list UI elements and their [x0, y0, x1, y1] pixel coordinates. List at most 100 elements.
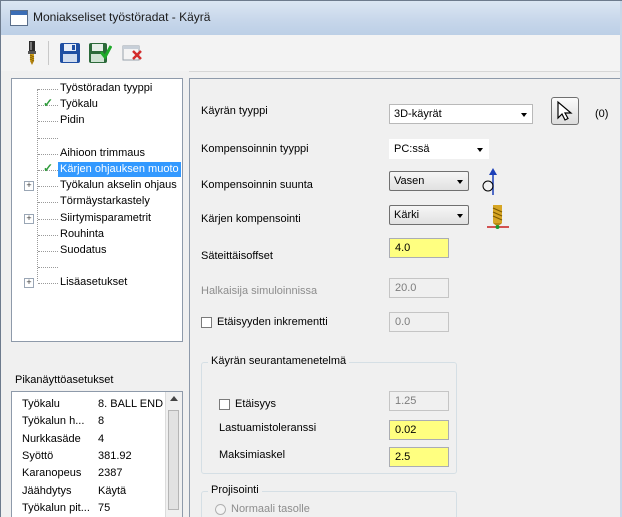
checkmark-icon: ✓: [43, 96, 54, 111]
tree-connector: [38, 89, 58, 90]
quick-settings-value: 4: [98, 432, 105, 445]
max-step-value: 2.5: [395, 451, 411, 463]
tree-item-label: Kärjen ohjauksen muoto: [58, 162, 181, 177]
tree-item-label: Pidin: [60, 114, 85, 127]
tree-connector: [38, 234, 58, 236]
radial-offset-field[interactable]: 4.0: [389, 238, 449, 258]
tree-item-label: Siirtymisparametrit: [60, 211, 152, 224]
quick-settings-key: Työkalu: [22, 398, 60, 410]
tree-item-label: Törmäystarkastely: [60, 195, 150, 208]
toolbar-separator: [48, 41, 49, 65]
tree-item[interactable]: ✓ Työkalu: [12, 96, 182, 113]
expand-icon[interactable]: +: [24, 278, 34, 289]
sim-diameter-field: 20.0: [389, 278, 449, 298]
tree-item-label: Työstöradan tyyppi: [60, 82, 153, 94]
chord-tolerance-label: Lastuamistoleranssi: [219, 422, 317, 434]
cancel-icon[interactable]: [119, 40, 145, 66]
title-bar: Moniakseliset työstöradat - Käyrä: [1, 1, 622, 36]
tree-connector: [38, 218, 58, 220]
distance-checkbox[interactable]: [219, 399, 230, 410]
chord-tolerance-field[interactable]: 0.02: [389, 420, 449, 440]
save-icon[interactable]: [57, 40, 83, 66]
quick-settings-key: Syöttö: [22, 449, 54, 462]
expand-icon[interactable]: +: [24, 181, 34, 192]
curve-type-label: Käyrän tyyppi: [201, 105, 268, 117]
tree-item[interactable]: Aihioon trimmaus: [12, 146, 182, 162]
chevron-down-icon: [457, 214, 463, 218]
max-step-field[interactable]: 2.5: [389, 447, 449, 467]
checkmark-icon: ✓: [43, 161, 54, 175]
tree-connector: [38, 251, 58, 252]
tree-connector: [38, 267, 58, 269]
cursor-arrow-icon: [557, 100, 573, 121]
quick-settings-key: Työkalun pit...: [22, 501, 90, 514]
quick-settings-table: Työkalu 8. BALL END Työkalun h... 8 Nurkkasä…: [11, 391, 183, 517]
quick-settings-key: Nurkkasäde: [22, 432, 81, 445]
expand-icon[interactable]: +: [24, 213, 34, 224]
quick-settings-key: Jäähdytys: [22, 484, 72, 497]
tree-item-label: Aihioon trimmaus: [60, 146, 145, 159]
toolbar: [1, 35, 622, 72]
tree-item-label: Suodatus: [60, 244, 107, 256]
chevron-down-icon: [457, 180, 463, 184]
tree-item[interactable]: Suodatus: [12, 243, 182, 259]
tree-connector: [38, 202, 58, 204]
tree-item[interactable]: + Työkalun akselin ohjaus: [12, 178, 182, 194]
chevron-down-icon: [521, 113, 527, 117]
sim-diameter-label: Halkaisija simuloinnissa: [201, 285, 318, 297]
tree-connector: [38, 137, 58, 139]
window-title: Moniakseliset työstöradat - Käyrä: [33, 10, 211, 24]
radial-offset-value: 4.0: [395, 242, 411, 254]
tree-item[interactable]: ✓ Kärjen ohjauksen muoto: [12, 161, 182, 178]
quick-settings-value: 381.92: [98, 449, 132, 462]
distance-label: Etäisyys: [235, 398, 276, 410]
distance-increment-label: Etäisyyden inkrementti: [217, 316, 328, 328]
distance-increment-field: 0.0: [389, 312, 449, 332]
scroll-up-icon[interactable]: [170, 396, 178, 401]
quick-settings-row: Työkalun h... 8: [12, 413, 168, 429]
left-panel: Työstöradan tyyppi ✓ Työkalu Pidin Aihioon t…: [1, 71, 189, 517]
tree-item[interactable]: [12, 259, 182, 275]
quick-settings-row: Työkalu 8. BALL END: [12, 396, 168, 412]
tree-item[interactable]: Rouhinta: [12, 227, 182, 243]
tree-item-label: Työkalun akselin ohjaus: [60, 179, 177, 192]
tree-item[interactable]: + Siirtymisparametrit: [12, 211, 182, 227]
distance-value: 1.25: [395, 395, 417, 407]
compensation-direction-label: Kompensoinnin suunta: [201, 179, 313, 191]
compensation-direction-value: Vasen: [394, 175, 425, 187]
tree-connector: [38, 121, 58, 123]
compensation-direction-select[interactable]: Vasen: [389, 171, 469, 191]
distance-increment-checkbox[interactable]: [201, 317, 212, 328]
tracking-method-title: Käyrän seurantamenetelmä: [208, 355, 350, 367]
tree-connector: [38, 153, 58, 155]
quick-settings-value: 2387: [98, 467, 123, 480]
curve-type-select[interactable]: 3D-käyrät: [389, 104, 533, 124]
scrollbar-thumb[interactable]: [168, 410, 179, 510]
quick-settings-value: 75: [98, 501, 111, 514]
tree-item-label: Lisäasetukset: [60, 276, 128, 289]
save-and-close-icon[interactable]: [87, 40, 113, 66]
quick-settings-value: 8: [98, 415, 105, 428]
chord-tolerance-value: 0.02: [395, 424, 417, 436]
quick-settings-value: Käytä: [98, 484, 127, 497]
compensation-type-select[interactable]: PC:ssä: [389, 139, 489, 159]
quick-settings-key: Karanopeus: [22, 467, 82, 480]
left-compensation-icon: [482, 168, 497, 195]
tree-item[interactable]: Pidin: [12, 113, 182, 129]
tip-compensation-label: Kärjen kompensointi: [201, 213, 301, 225]
tree-item[interactable]: + Lisäasetukset: [12, 275, 182, 291]
compensation-type-value: PC:ssä: [394, 143, 430, 155]
tool-icon[interactable]: [19, 40, 45, 66]
tree-item-label: Työkalu: [60, 98, 98, 111]
quick-settings-row: Syöttö 381.92: [12, 448, 168, 464]
quick-settings-row: Nurkkasäde 4: [12, 431, 168, 447]
tree-item-label: Rouhinta: [60, 227, 105, 240]
select-curves-button[interactable]: [551, 97, 579, 125]
page-tree: Työstöradan tyyppi ✓ Työkalu Pidin Aihioon t…: [11, 78, 183, 342]
tree-item[interactable]: [12, 130, 182, 146]
tree-item[interactable]: Työstöradan tyyppi: [12, 81, 182, 97]
normal-to-plane-radio[interactable]: [215, 504, 226, 515]
quick-settings-key: Työkalun h...: [22, 415, 85, 428]
tip-compensation-select[interactable]: Kärki: [389, 205, 469, 225]
tree-item[interactable]: Törmäystarkastely: [12, 194, 182, 210]
